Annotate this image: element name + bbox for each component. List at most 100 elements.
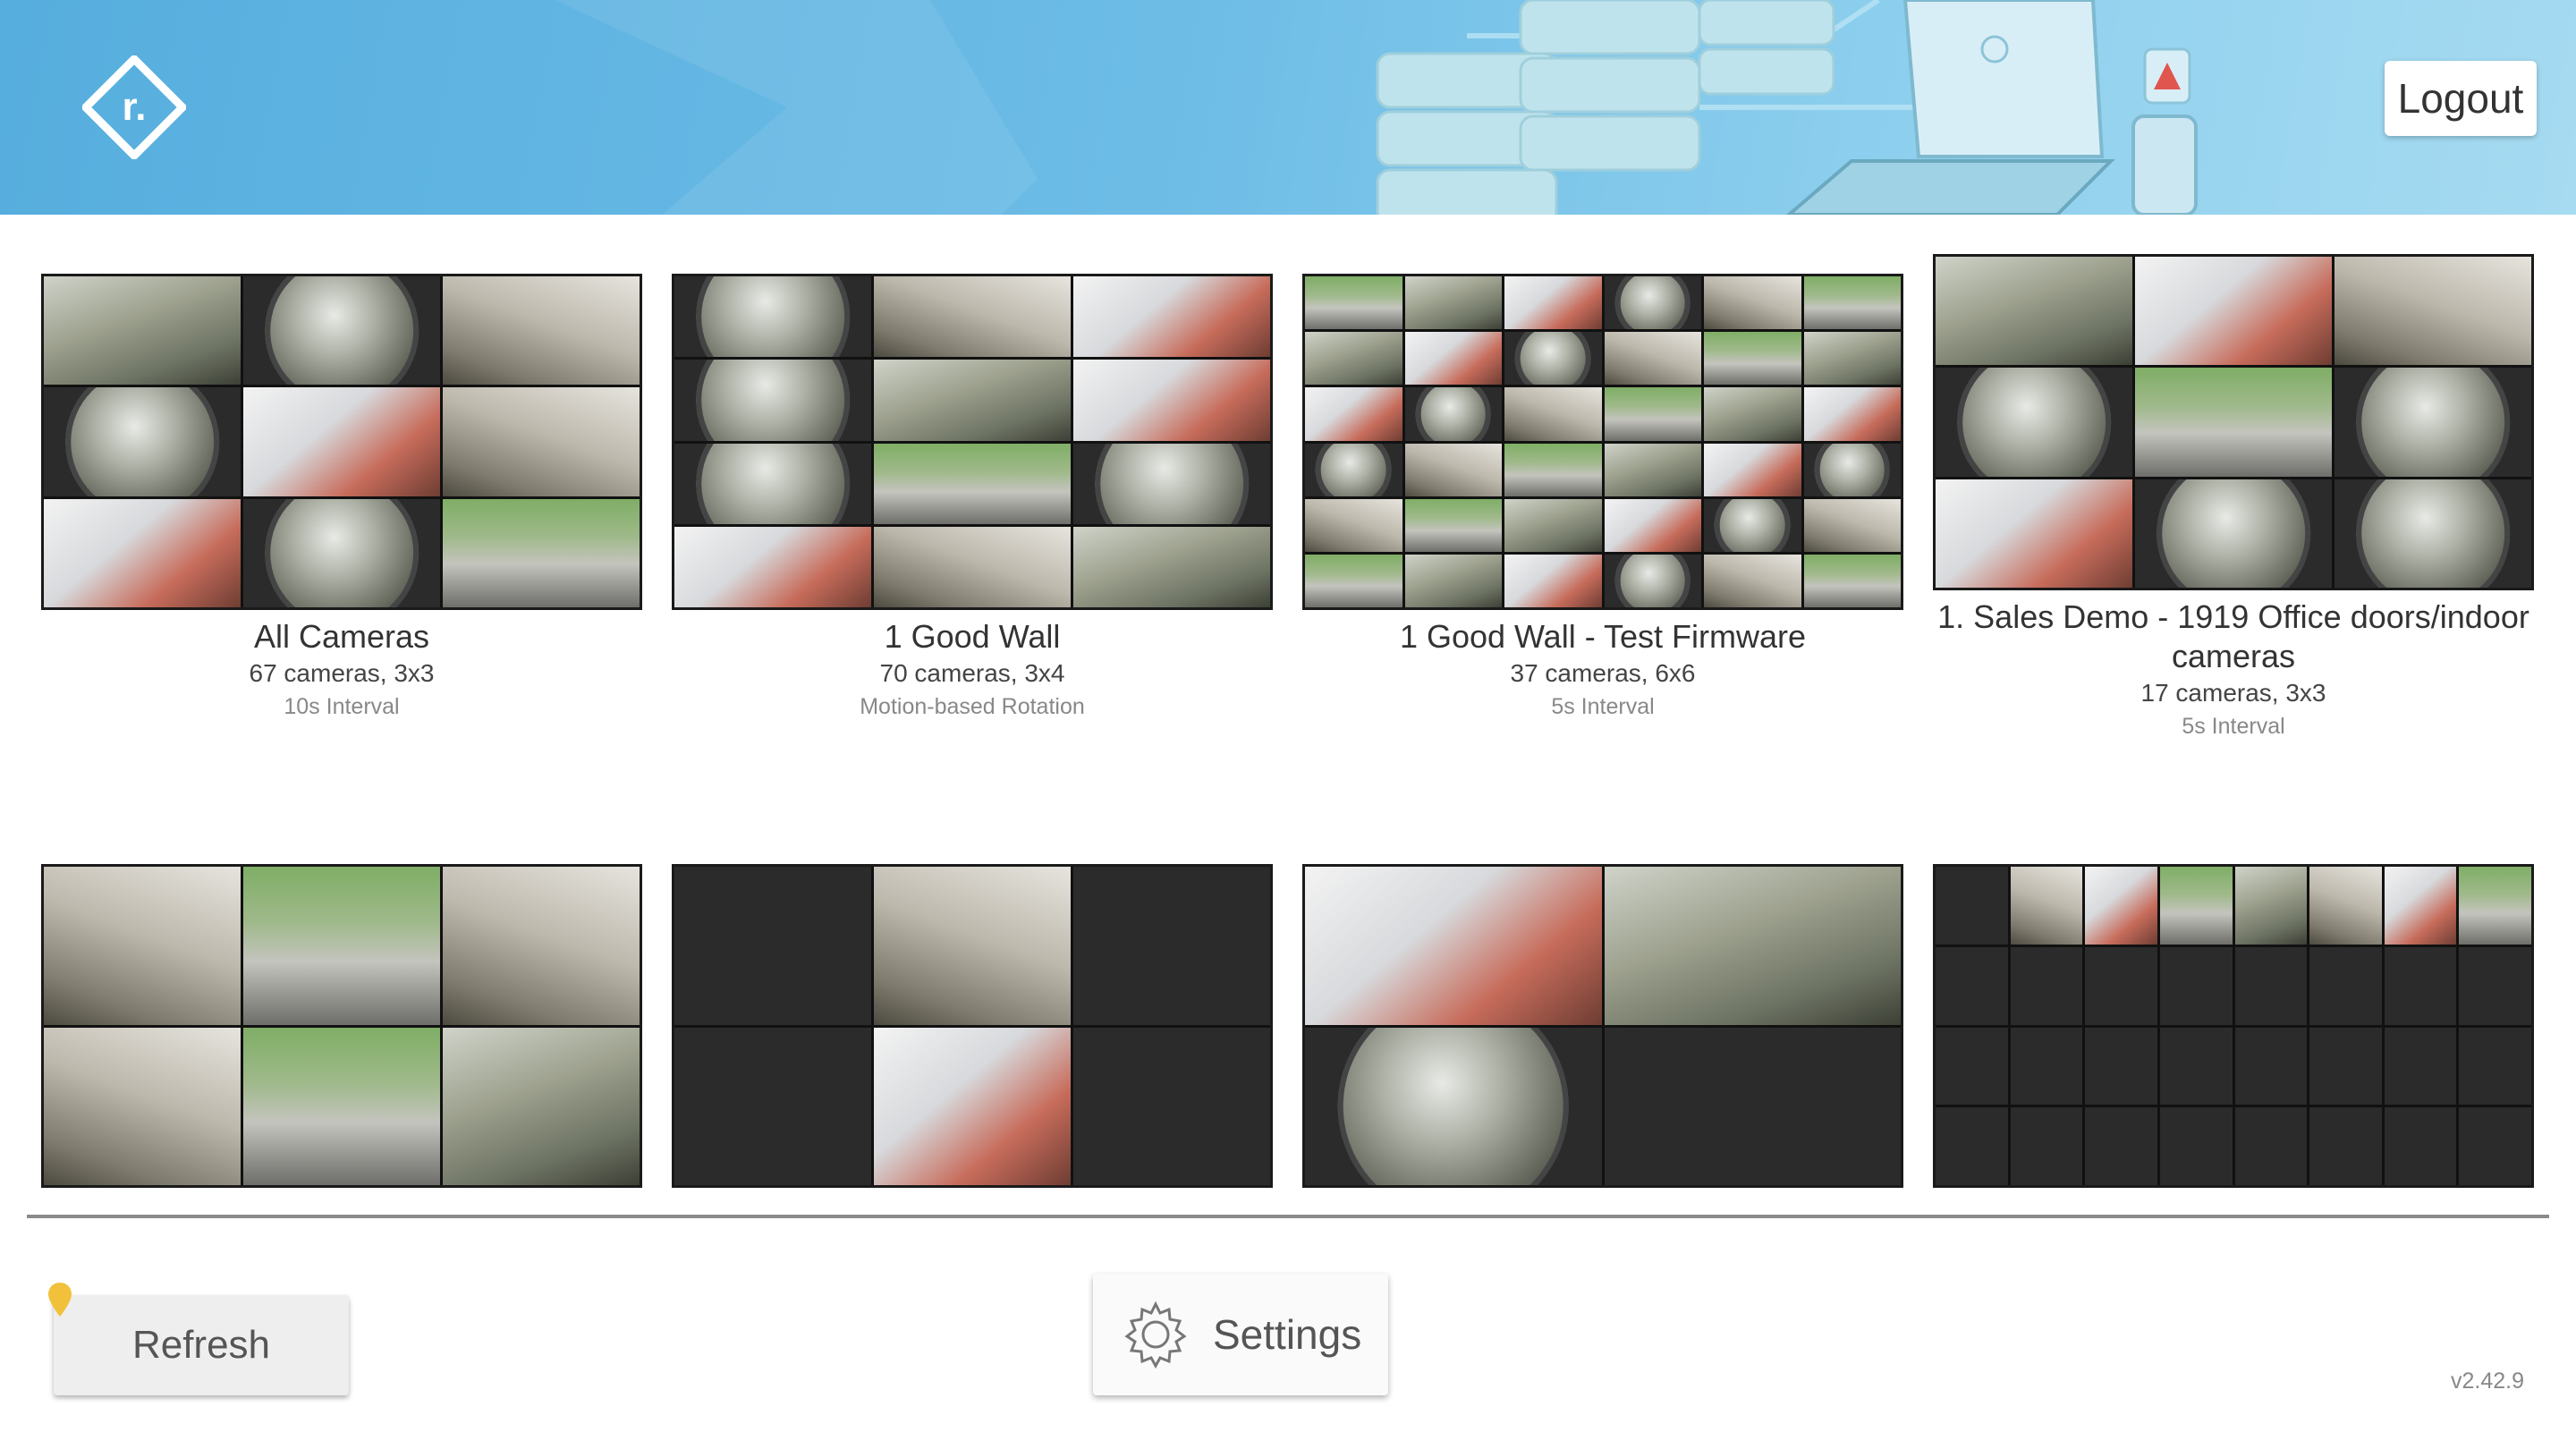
- app-header: r. Logout: [0, 0, 2576, 215]
- wall-preview[interactable]: [1933, 254, 2534, 590]
- camera-feed: [2334, 257, 2531, 366]
- camera-feed: [1704, 276, 1801, 330]
- camera-slot-empty: [674, 867, 871, 1025]
- refresh-button[interactable]: Refresh: [54, 1295, 349, 1395]
- camera-feed: [2334, 368, 2531, 477]
- camera-feed: [1305, 1027, 1602, 1185]
- wall-preview[interactable]: [1302, 864, 1903, 1188]
- camera-feed: [874, 1027, 1071, 1185]
- camera-feed: [1305, 443, 1402, 496]
- camera-slot-empty: [2234, 1107, 2308, 1185]
- gear-icon: [1124, 1301, 1187, 1369]
- wall-preview[interactable]: [1302, 274, 1903, 610]
- wall-camera-count: 67 cameras, 3x3: [249, 659, 435, 687]
- camera-feed: [443, 276, 640, 386]
- camera-slot-empty: [2309, 946, 2382, 1025]
- camera-feed: [2085, 867, 2157, 945]
- camera-feed: [2334, 479, 2531, 588]
- camera-feed: [44, 1027, 241, 1185]
- wall-tile[interactable]: 1. Sales Demo - 1919 Office doors/indoor…: [1933, 254, 2534, 742]
- camera-feed: [874, 360, 1071, 441]
- camera-feed: [2459, 867, 2531, 945]
- camera-feed: [443, 867, 640, 1025]
- camera-feed: [1073, 526, 1270, 607]
- wall-camera-count: 37 cameras, 6x6: [1510, 659, 1696, 687]
- wall-tile[interactable]: All Cameras 67 cameras, 3x3 10s Interval: [41, 274, 642, 723]
- camera-feed: [1604, 554, 1701, 607]
- camera-feed: [2309, 867, 2382, 945]
- camera-feed: [1803, 332, 1901, 386]
- camera-slot-empty: [1073, 1027, 1270, 1185]
- camera-feed: [1704, 387, 1801, 441]
- camera-slot-empty: [2384, 946, 2457, 1025]
- camera-slot-empty: [2085, 1107, 2157, 1185]
- camera-feed: [44, 387, 241, 496]
- wall-preview[interactable]: [672, 864, 1273, 1188]
- camera-feed: [1404, 276, 1502, 330]
- camera-feed: [1604, 498, 1701, 552]
- camera-feed: [1305, 498, 1402, 552]
- wall-camera-count: 70 cameras, 3x4: [879, 659, 1065, 687]
- wall-tile[interactable]: [41, 864, 642, 1188]
- camera-feed: [1803, 554, 1901, 607]
- camera-slot-empty: [2010, 1027, 2083, 1106]
- camera-feed: [1704, 554, 1801, 607]
- camera-feed: [1404, 554, 1502, 607]
- camera-feed: [1073, 276, 1270, 358]
- camera-feed: [2135, 257, 2332, 366]
- wall-interval: Motion-based Rotation: [860, 694, 1085, 719]
- camera-slot-empty: [2384, 1107, 2457, 1185]
- camera-feed: [2135, 479, 2332, 588]
- wall-tile[interactable]: [1933, 864, 2534, 1188]
- logout-button[interactable]: Logout: [2385, 61, 2537, 136]
- camera-slot-empty: [2085, 946, 2157, 1025]
- camera-feed: [44, 867, 241, 1025]
- camera-feed: [874, 526, 1071, 607]
- logo-letter: r.: [122, 85, 147, 129]
- wall-preview[interactable]: [41, 864, 642, 1188]
- camera-slot-empty: [2159, 1027, 2233, 1106]
- wall-preview[interactable]: [672, 274, 1273, 610]
- camera-feed: [1803, 498, 1901, 552]
- camera-slot-empty: [2234, 1027, 2308, 1106]
- wall-tile[interactable]: [672, 864, 1273, 1188]
- camera-slot-empty: [2309, 1107, 2382, 1185]
- camera-feed: [1504, 554, 1602, 607]
- settings-button[interactable]: Settings: [1093, 1274, 1388, 1395]
- camera-slot-empty: [2159, 946, 2233, 1025]
- camera-slot-empty: [2234, 946, 2308, 1025]
- wall-name: 1 Good Wall: [884, 618, 1061, 655]
- wall-tile[interactable]: [1302, 864, 1903, 1188]
- camera-slot-empty: [2159, 1107, 2233, 1185]
- camera-feed: [243, 867, 440, 1025]
- wall-preview[interactable]: [41, 274, 642, 610]
- wall-name: 1. Sales Demo - 1919 Office doors/indoor…: [1937, 598, 2529, 674]
- camera-feed: [1504, 276, 1602, 330]
- camera-feed: [1936, 368, 2132, 477]
- camera-feed: [2234, 867, 2308, 945]
- camera-slot-empty: [2384, 1027, 2457, 1106]
- camera-feed: [1073, 443, 1270, 524]
- camera-feed: [1504, 332, 1602, 386]
- wall-tile[interactable]: 1 Good Wall - Test Firmware 37 cameras, …: [1302, 274, 1903, 723]
- camera-slot-empty: [2010, 1107, 2083, 1185]
- camera-feed: [874, 443, 1071, 524]
- camera-feed: [1073, 360, 1270, 441]
- header-illustration: [555, 0, 2198, 215]
- camera-feed: [2135, 368, 2332, 477]
- camera-feed: [243, 387, 440, 496]
- camera-feed: [1404, 387, 1502, 441]
- camera-slot-empty: [1073, 867, 1270, 1025]
- camera-slot-empty: [1936, 867, 2008, 945]
- camera-feed: [44, 276, 241, 386]
- camera-feed: [1305, 554, 1402, 607]
- camera-feed: [1604, 867, 1901, 1025]
- camera-feed: [44, 498, 241, 607]
- wall-preview[interactable]: [1933, 864, 2534, 1188]
- camera-feed: [1305, 867, 1602, 1025]
- camera-slot-empty: [1936, 946, 2008, 1025]
- camera-feed: [243, 1027, 440, 1185]
- wall-tile[interactable]: 1 Good Wall 70 cameras, 3x4 Motion-based…: [672, 274, 1273, 723]
- camera-feed: [1504, 443, 1602, 496]
- camera-slot-empty: [1604, 1027, 1901, 1185]
